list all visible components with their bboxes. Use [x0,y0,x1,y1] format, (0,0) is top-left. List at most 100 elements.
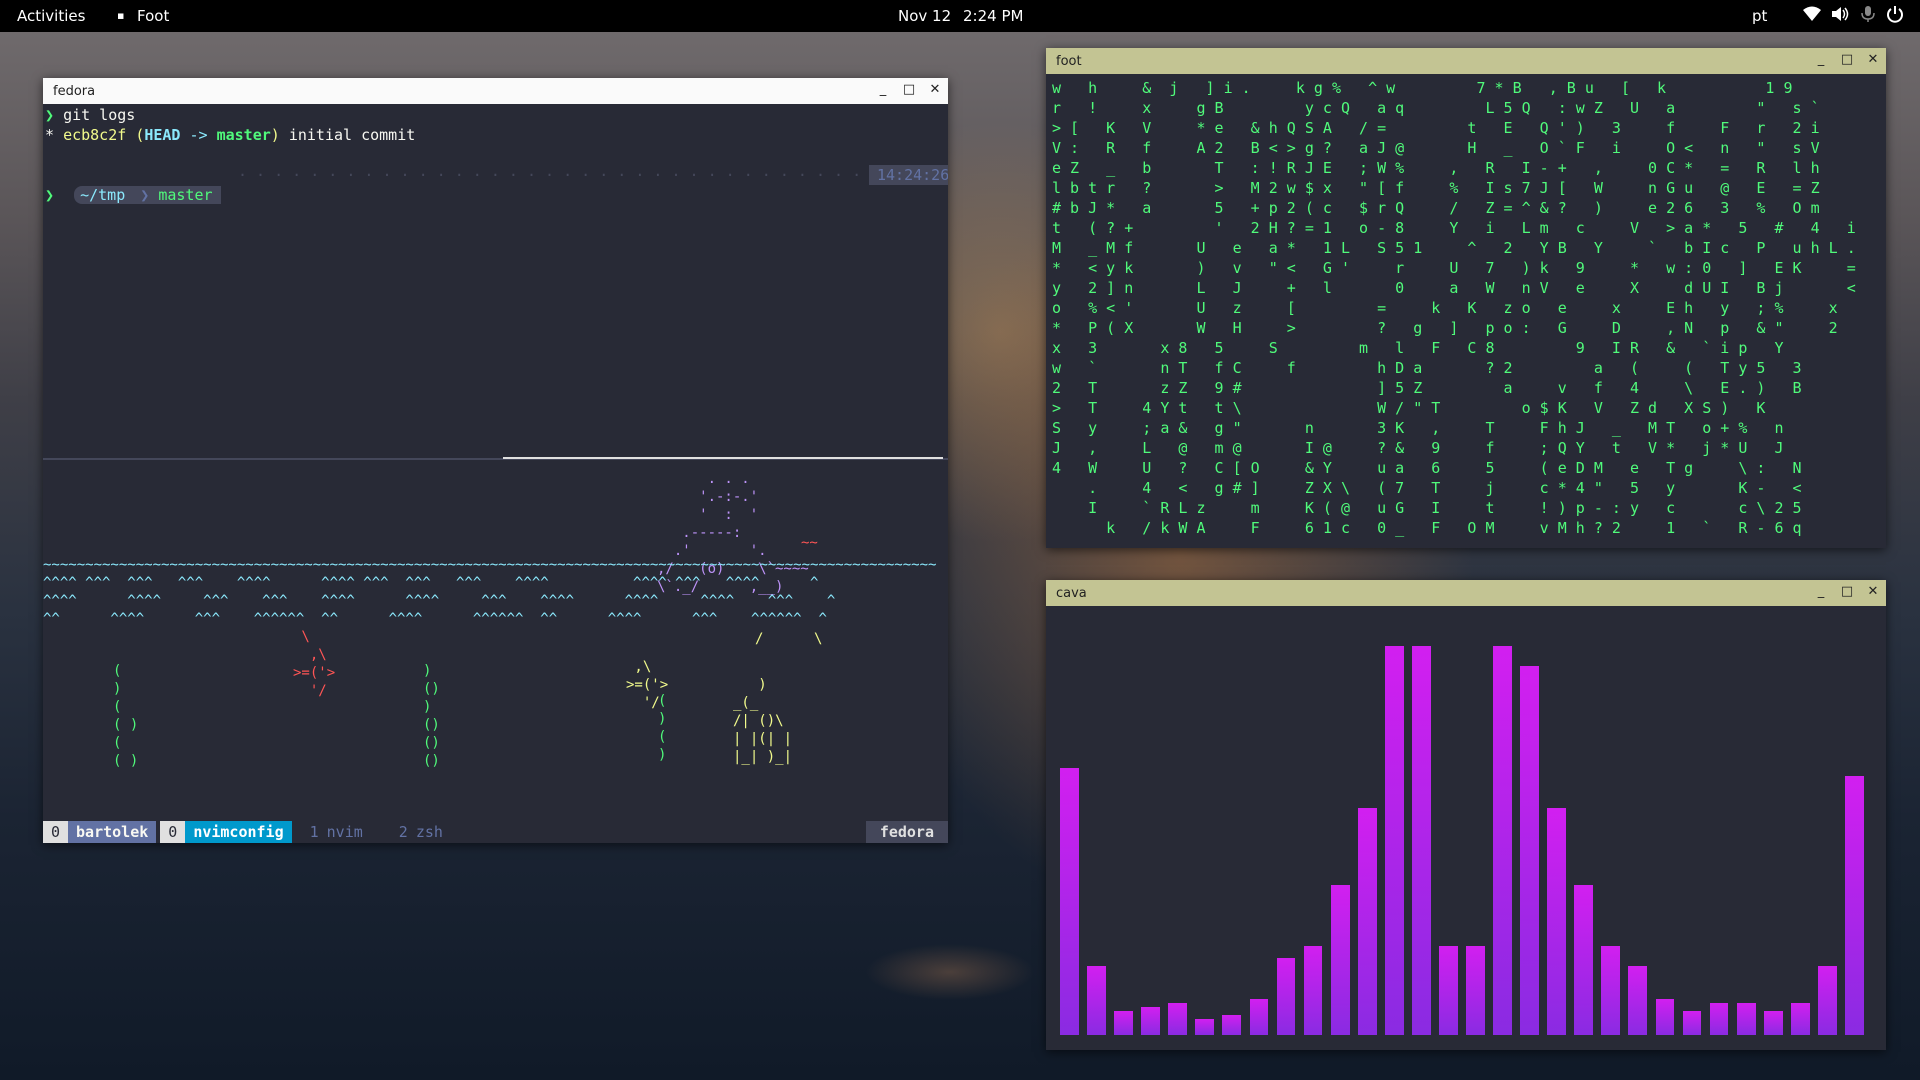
matrix-line: . 4 < g # ] Z X \ ( 7 T j c * 4 " 5 y K … [1052,479,1802,497]
close-icon[interactable]: ✕ [1866,584,1880,599]
visualizer-bar [1655,998,1675,1035]
command-text: git logs [63,106,136,124]
visualizer-bar [1520,666,1539,1035]
cava-title-bar[interactable]: cava _ □ ✕ [1046,580,1886,606]
prompt-filler: · · · · · · · · · · · · · · · · · · · · … [238,166,858,184]
commit-hash: ecb8c2f [63,126,127,144]
log-paren-open: ( [135,126,145,144]
visualizer-bar [1763,1010,1783,1035]
tmux-window-2[interactable]: zsh [416,821,451,843]
castle-art: ) _(_ /| ()\ | |(| | |_| )_| [733,677,793,765]
visualizer-bar [1114,1010,1133,1035]
close-icon[interactable]: ✕ [928,82,942,97]
commit-head: HEAD [144,126,181,144]
tmux-session-name[interactable]: nvimconfig [185,821,292,843]
matrix-line: J , L @ m @ I @ ? & 9 f ; Q Y t V * j * … [1052,439,1784,457]
clock-time[interactable]: 2:24 PM [963,7,1023,25]
maximize-icon[interactable]: □ [902,82,916,97]
visualizer-bar [1411,646,1431,1035]
tmux-user: bartolek [68,821,157,843]
minimize-icon[interactable]: _ [1814,584,1828,599]
matrix-line: 4 W U ? C [ O & Y u a 6 5 ( e D M e T g … [1052,459,1802,477]
visualizer-bar [1709,1002,1729,1035]
fedora-terminal-window[interactable]: fedora _ □ ✕ ❯ git logs * ecb8c2f (HEAD … [43,78,948,843]
maximize-icon[interactable]: □ [1840,52,1854,67]
app-menu[interactable]: Foot [137,7,169,25]
cava-window[interactable]: cava _ □ ✕ [1046,580,1886,1050]
waves-row-4: ^^ ^^^^ ^^^ ^^^^^^ ^^ ^^^^ ^^^^^^ ^^ ^^^… [43,611,827,627]
whale-spout-base: / \ [755,631,823,647]
visualizer-bar [1141,1006,1161,1035]
tmux-window-2-index[interactable]: 2 [391,821,416,843]
seaweed-1: ( ) ( ( ) ( ( ) [113,663,139,769]
maximize-icon[interactable]: □ [1840,584,1854,599]
waves-row-2: ^^^^ ^^^ ^^^ ^^^ ^^^^ ^^^^ ^^^ ^^^ ^^^ ^… [43,575,819,591]
commit-message: initial commit [288,126,416,144]
microphone-icon[interactable] [1860,5,1876,27]
visualizer-bar [1303,945,1323,1035]
tmux-status-bar: 0 bartolek 0 nvimconfig 1 nvim 2 zsh fed… [43,821,948,843]
matrix-line: # b J * a 5 + p 2 ( c $ r Q / Z = ^ & ? … [1052,199,1820,217]
top-bar: Activities ▪ Foot Nov 12 2:24 PM pt [0,0,1920,32]
prompt-time: 14:24:26 [869,165,948,185]
matrix-line: > T 4 Y t t \ W / " T o $ K V Z d X S ) … [1052,399,1766,417]
clock-date[interactable]: Nov 12 [898,7,951,25]
waves-row-3: ^^^^ ^^^^ ^^^ ^^^ ^^^^ ^^^^ ^^^ ^^^^ ^^^… [43,593,836,609]
matrix-line: t ( ? + ' 2 H ? = 1 o - 8 Y i L m c V > … [1052,219,1856,237]
matrix-line: x 3 x 8 5 S m l F C 8 9 I R & ` i p Y [1052,339,1784,357]
tmux-hostname: fedora [865,821,948,843]
visualizer-bar [1249,998,1269,1035]
matrix-line: 2 T z Z 9 # ] 5 Z a v f 4 \ E . ) B [1052,379,1802,397]
prompt-symbol: ❯ [45,106,55,124]
window-title: fedora [53,83,96,99]
log-star: * [45,126,55,144]
keyboard-layout[interactable]: pt [1752,7,1767,25]
prompt-path: ~/tmp [74,186,132,204]
wifi-icon[interactable] [1802,5,1822,27]
visualizer-bar [1466,945,1485,1035]
visualizer-bar [1682,1010,1702,1035]
matrix-line: S y ; a & g " n 3 K , T F h J _ M T o + … [1052,419,1784,437]
power-icon[interactable] [1886,5,1904,27]
prompt-line: ~/tmp ❯ master · · · · · · · · · · · · ·… [43,165,948,204]
tmux-session-num: 0 [43,821,69,843]
terminal-app-icon: ▪ [117,9,125,22]
volume-icon[interactable] [1830,5,1850,27]
visualizer-bar [1547,808,1567,1035]
foot-matrix-window[interactable]: foot _ □ ✕ w h & j ] i . k g % ^ w 7 * B… [1046,48,1886,548]
visualizer-bar [1330,885,1350,1035]
matrix-line: I ` R L z m K ( @ u G I t ! ) p - : y c … [1052,499,1802,517]
visualizer-bar [1601,945,1621,1035]
seaweed-3: ( ) ( ) [658,693,667,763]
fedora-title-bar[interactable]: fedora _ □ ✕ [43,78,948,104]
tmux-window-1[interactable]: nvim [327,821,371,843]
visualizer-bar [1628,966,1648,1035]
terminal-top-pane[interactable]: ❯ git logs * ecb8c2f (HEAD -> master) in… [43,104,948,205]
asciiquarium-pane[interactable]: . . . '.-:-.' ' : ' .-----: .' '. ,/ (o)… [43,470,948,818]
pane-divider-active [503,457,943,459]
matrix-line: e Z _ b T : ! R J E ; W % , R I - + , 0 … [1052,159,1820,177]
tmux-window-num: 0 [160,821,186,843]
matrix-line: M _ M f U e a * 1 L S 5 1 ^ 2 Y B Y ` b … [1052,239,1856,257]
visualizer-bar [1438,945,1458,1035]
tmux-window-1-index[interactable]: 1 [302,821,327,843]
foot-title-bar[interactable]: foot _ □ ✕ [1046,48,1886,74]
visualizer-bar [1736,1002,1756,1035]
visualizer-bar [1574,885,1594,1035]
visualizer-bar [1168,1002,1188,1035]
visualizer-bar [1276,958,1296,1036]
matrix-line: y 2 ] n L J + l 0 a W n V e X d U I B j … [1052,279,1856,297]
window-title: cava [1056,585,1087,601]
matrix-line: o % < ' U z [ = k K z o e x E h y ; % x [1052,299,1838,317]
visualizer-bar [1844,775,1864,1035]
log-arrow: -> [189,126,208,144]
red-squiggle: ~~ [801,535,818,551]
minimize-icon[interactable]: _ [876,82,890,97]
minimize-icon[interactable]: _ [1814,52,1828,67]
prompt-branch: master [158,186,221,204]
audio-visualizer [1060,630,1872,1036]
activities-button[interactable]: Activities [17,7,85,25]
visualizer-bar [1384,646,1404,1035]
visualizer-bar [1060,767,1079,1035]
close-icon[interactable]: ✕ [1866,52,1880,67]
